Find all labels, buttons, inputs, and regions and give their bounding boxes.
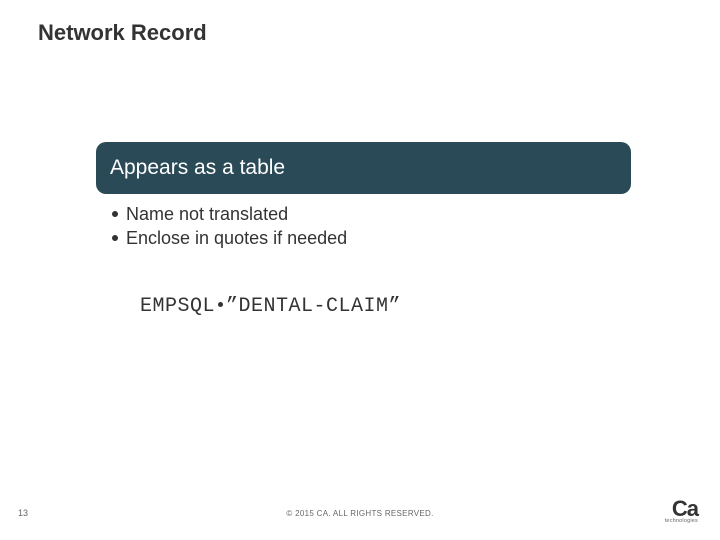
bullet-dot-icon xyxy=(112,211,118,217)
code-part1: EMPSQL xyxy=(140,295,215,318)
copyright-text: © 2015 CA. ALL RIGHTS RESERVED. xyxy=(0,509,720,518)
bullets-block: Name not translated Enclose in quotes if… xyxy=(112,202,347,251)
slide-title: Network Record xyxy=(38,20,207,46)
ca-logo: Ca technologies xyxy=(665,499,698,524)
bullet-item: Enclose in quotes if needed xyxy=(112,226,347,250)
header-bar: Appears as a table xyxy=(96,142,631,194)
code-part2: ”DENTAL-CLAIM” xyxy=(226,295,401,318)
code-example: EMPSQL ”DENTAL-CLAIM” xyxy=(140,295,401,318)
bullet-text: Name not translated xyxy=(126,202,288,226)
bullet-dot-icon xyxy=(112,235,118,241)
dot-separator-icon xyxy=(218,302,223,307)
logo-main-text: Ca xyxy=(665,499,698,519)
logo-sub-text: technologies xyxy=(665,518,698,524)
bullet-item: Name not translated xyxy=(112,202,347,226)
header-text: Appears as a table xyxy=(110,156,285,180)
bullet-text: Enclose in quotes if needed xyxy=(126,226,347,250)
